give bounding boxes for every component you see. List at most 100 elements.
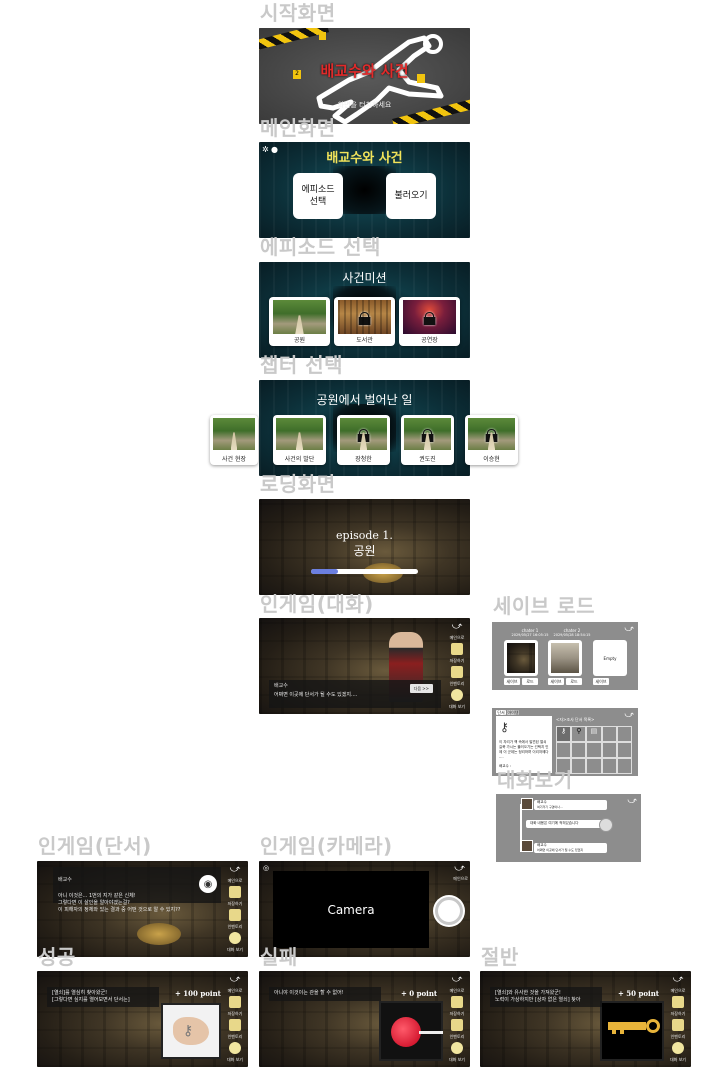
save-icon[interactable] [451,643,463,655]
side-menu-inventory[interactable]: 인벤토리 [450,681,465,686]
inventory-slot[interactable] [601,742,617,758]
side-menu-main[interactable]: 메인으로 [228,988,243,993]
scroll-handle[interactable] [599,818,613,832]
inventory-slot[interactable] [586,758,602,774]
episode-card-library[interactable]: 🔒︎ 도서관 [334,297,395,346]
side-menu-main[interactable]: 메인으로 [450,635,465,640]
slot3-save-button[interactable]: 세이브 [593,678,609,685]
side-menu-main[interactable]: 메인으로 [671,988,686,993]
side-menu-save[interactable]: 저장하기 [450,658,465,663]
inventory-icon[interactable] [229,1019,241,1031]
save-load-screen: ⤻ chater 1 2029/05/27 16:05:15 chater 2 … [492,622,638,690]
dialog-log-icon[interactable] [229,932,241,944]
inventory-icon[interactable] [229,909,241,921]
side-menu-main[interactable]: 메인으로 [453,876,468,882]
concert-thumbnail: 🔒︎ [402,299,457,335]
return-icon[interactable]: ⤻ [627,796,637,806]
inventory-slot[interactable] [586,742,602,758]
chapter-card-4[interactable]: 🔒︎ 권도진 [401,415,454,465]
save-slot-1[interactable] [504,640,538,676]
side-menu-dialog[interactable]: 대화 보기 [449,1057,465,1062]
clue-description: 이 자리가 책 속에서 발견된 열쇠 길쭉 가시는 불러오기는 선택지 인제 이… [499,740,549,759]
side-menu-inventory[interactable]: 인벤토리 [228,1034,243,1039]
side-menu-dialog[interactable]: 대화 보기 [670,1057,686,1062]
save-slot-2[interactable] [548,640,582,676]
side-menu: ⤻ 메인으로 저장하기 인벤토리 대화 보기 [447,975,467,1063]
save-icon[interactable] [451,996,463,1008]
inventory-slot-paper-icon[interactable]: ▤ [586,726,602,742]
dialog-box[interactable]: 배교수 어쩌면 이곳에 단서가 될 수도 있겠지.... 다음 >> [269,680,441,708]
inventory-slot[interactable] [601,726,617,742]
tab-items[interactable]: 아이템 [507,710,519,715]
load-button[interactable]: 불러오기 [386,173,436,219]
slot2-save-button[interactable]: 세이브 [548,678,564,685]
save-icon[interactable] [672,996,684,1008]
slot2-load-button[interactable]: 로드 [566,678,582,685]
golden-key-icon [608,1019,660,1035]
chapter-card-2[interactable]: 사건의 발단 [273,415,326,465]
dialog-log-icon[interactable] [672,1042,684,1054]
inventory-slot[interactable] [571,742,587,758]
dialog-log-icon[interactable] [229,1042,241,1054]
side-menu-dialog[interactable]: 대화 보기 [227,1057,243,1062]
save-icon[interactable] [229,886,241,898]
inventory-slot-pin-icon[interactable]: ⚲ [571,726,587,742]
side-menu-inventory[interactable]: 인벤토리 [671,1034,686,1039]
inventory-slot[interactable] [556,742,572,758]
inventory-slot[interactable] [601,758,617,774]
inventory-slot[interactable] [616,758,632,774]
dialog-text: 어쩌면 이곳에 단서가 될 수도 있겠지.... [274,692,358,698]
side-menu-save[interactable]: 저장하기 [228,1011,243,1016]
dialog-entry-1: 배교수 여기저기 구경이나... [534,800,607,810]
side-menu-inventory[interactable]: 인벤토리 [228,924,243,929]
episode-select-button[interactable]: 에피소드 선택 [293,173,343,219]
side-menu-main[interactable]: 메인으로 [228,878,243,883]
save-slot-3[interactable]: Empty [593,640,627,676]
dialog-log-icon[interactable] [451,689,463,701]
slot1-load-button[interactable]: 로드 [522,678,538,685]
tab-clues[interactable]: 단서 [496,710,506,715]
side-menu-save[interactable]: 저장하기 [671,1011,686,1016]
chapter-card-1[interactable]: 사건 현장 [210,415,258,465]
inventory-slot[interactable] [616,742,632,758]
shutter-button[interactable] [435,897,463,925]
return-icon[interactable]: ⤻ [624,624,634,634]
return-icon[interactable]: ⤻ [452,975,463,985]
inventory-slot-key-icon[interactable]: ⚷ [556,726,572,742]
side-menu-save[interactable]: 저장하기 [228,901,243,906]
camera-icon[interactable]: ◉ [199,875,217,893]
return-icon[interactable]: ⤻ [454,863,465,874]
inventory-icon[interactable] [672,1019,684,1031]
episode-card-park[interactable]: 공원 [269,297,330,346]
side-menu-dialog[interactable]: 대화 보기 [227,947,243,952]
camera-viewfinder[interactable]: Camera [273,871,429,948]
inventory-icon[interactable] [451,1019,463,1031]
inventory-slot[interactable] [571,758,587,774]
inventory-slot[interactable] [616,726,632,742]
inventory-icon[interactable] [451,666,463,678]
return-icon[interactable]: ⤻ [230,865,241,875]
side-menu-dialog[interactable]: 대화 보기 [449,704,465,709]
return-icon[interactable]: ⤻ [452,622,463,632]
side-menu-inventory[interactable]: 인벤토리 [450,1034,465,1039]
return-icon[interactable]: ⤻ [230,975,241,985]
start-screen[interactable]: 2 배교수와 사건 화면을 터치하세요 [259,28,470,124]
slot1-save-button[interactable]: 세이브 [504,678,520,685]
dialog-log-icon[interactable] [451,1042,463,1054]
return-icon[interactable]: ⤻ [624,710,634,720]
episode-card-concert-hall[interactable]: 🔒︎ 공연장 [399,297,460,346]
side-menu-save[interactable]: 저장하기 [450,1011,465,1016]
slot-thumbnail [551,643,579,673]
side-menu-main[interactable]: 메인으로 [450,988,465,993]
chapter-card-5[interactable]: 🔒︎ 이승현 [465,415,518,465]
dialog-box[interactable]: 배교수 아니 이것은... 1번의 지가 같은 신체! 그렇다면 이 살인을 알… [53,867,221,913]
dialog-entry-2: 대화 내용은 여기에 적혀있습니다 [526,820,606,828]
next-button[interactable]: 다음 >> [409,684,433,693]
save-icon[interactable] [229,996,241,1008]
dialog-entry-3: 배교수 어쩌면 이곳에 단서가 될 수도 있겠지 [534,843,607,853]
camera-settings-icon[interactable]: ◎ [263,864,269,872]
loading-screen: episode 1. 공원 [259,499,470,595]
success-screen: ⤻ 메인으로 저장하기 인벤토리 대화 보기 [열쇠]를 열심히 찾아왔군! [… [37,971,248,1067]
return-icon[interactable]: ⤻ [673,975,684,985]
chapter-card-3[interactable]: 🔒︎ 장청한 [337,415,390,465]
